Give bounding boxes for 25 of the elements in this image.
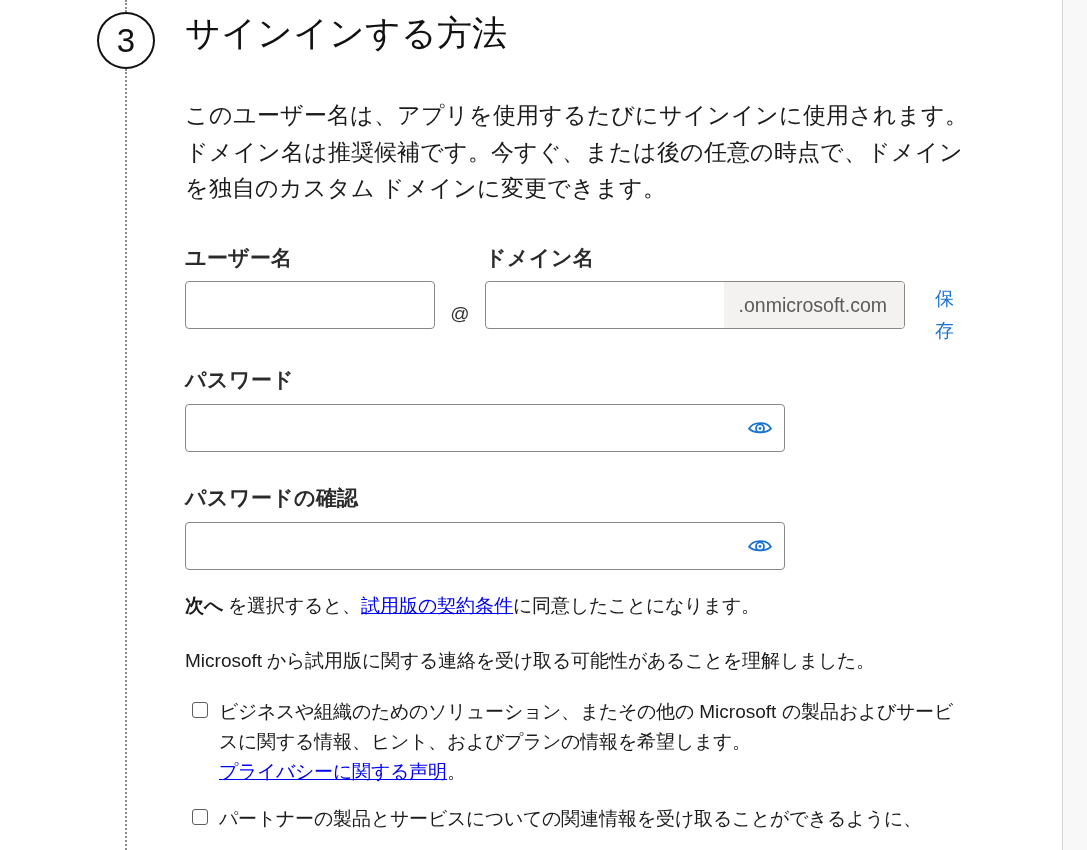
save-link[interactable]: 保存 [935,283,958,347]
password-field[interactable] [185,404,785,452]
domain-field[interactable]: .onmicrosoft.com [485,281,905,329]
description-text: このユーザー名は、アプリを使用するたびにサインインに使用されます。ドメイン名は推奨候補です。今すぐ、または後の任意の時点で、ドメインを独自のカスタム ドメインに変更できます。 [185,101,969,203]
field-label: ユーザー名 [185,246,293,270]
at-sign: @ [450,303,470,325]
privacy-link[interactable]: プライバシーに関する声明 [219,761,447,782]
terms-link[interactable]: 試用版の契約条件 [361,595,514,616]
notice-text: Microsoft から試用版に関する連絡を受け取る可能性があることを理解しました。 [185,649,877,673]
eye-icon[interactable] [748,420,772,436]
timeline-line [125,0,127,12]
password-field[interactable] [185,522,785,570]
field-label: パスワード [185,368,295,392]
eye-icon[interactable] [748,538,772,554]
consent-text: ビジネスや組織のためのソリューション、またその他の Microsoft の製品およびサービスに関する情報、ヒント、およびプランの情報を希望します。 プライバシーに関する声明。 [219,700,954,784]
checkbox[interactable] [192,702,208,718]
consent-text: パートナーの製品とサービスについての関連情報を受け取ることができるように、 [219,807,923,831]
field-label: ドメイン名 [485,246,595,270]
field-label: パスワードの確認 [185,486,360,510]
section-title: サインインする方法 [185,13,508,53]
step-number: 3 [97,12,155,69]
terms-text: 次へ を選択すると、試用版の契約条件に同意したことになります。 [185,594,762,618]
username-field[interactable] [185,281,435,329]
domain-suffix: .onmicrosoft.com [723,282,904,328]
checkbox[interactable] [192,809,208,825]
